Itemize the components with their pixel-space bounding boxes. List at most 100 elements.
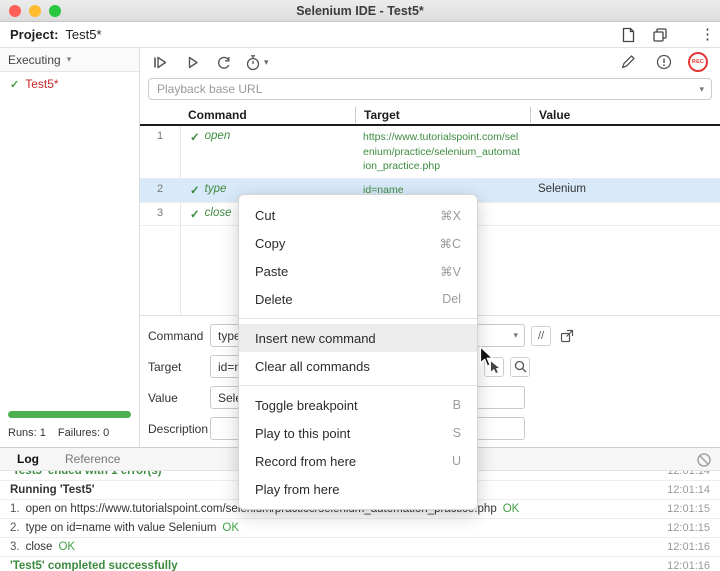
- log-entry-status: OK: [58, 541, 75, 553]
- context-menu-item[interactable]: Play to this point S: [239, 419, 477, 447]
- playback-base-url-input[interactable]: [148, 78, 712, 100]
- menu-item-label: Insert new command: [255, 331, 376, 346]
- log-entry-status: OK: [222, 522, 239, 534]
- context-menu-item[interactable]: [239, 385, 477, 386]
- menu-item-shortcut: ⌘C: [439, 236, 461, 251]
- menu-item-shortcut: B: [453, 398, 461, 412]
- log-entry-number: 1.: [10, 503, 20, 515]
- playback-toolbar: ▾ REC: [140, 48, 720, 76]
- stopwatch-icon: [244, 53, 262, 72]
- row-number: 2: [140, 179, 180, 195]
- test-speed-button[interactable]: ▾: [244, 51, 269, 73]
- traffic-lights: [9, 5, 61, 17]
- chevron-down-icon[interactable]: ▾: [699, 84, 704, 95]
- test-list: ✓ Test5*: [0, 72, 139, 96]
- run-progress-bar: [8, 411, 131, 418]
- menu-item-label: Copy: [255, 236, 285, 251]
- titlebar: Selenium IDE - Test5*: [0, 0, 720, 22]
- log-entry: 3. close OK 12:01:16: [0, 538, 720, 557]
- command-column-header: Command: [180, 107, 355, 123]
- close-window-button[interactable]: [9, 5, 21, 17]
- menu-item-label: Cut: [255, 208, 275, 223]
- comment-toggle-button[interactable]: //: [531, 326, 551, 346]
- target-column-header: Target: [355, 107, 530, 123]
- context-menu-item[interactable]: Delete Del: [239, 285, 477, 313]
- log-entry-number: 3.: [10, 541, 20, 553]
- loop-icon: [215, 53, 233, 72]
- project-actions: ⋮: [618, 25, 710, 45]
- context-menu-item[interactable]: Clear all commands: [239, 352, 477, 380]
- record-button[interactable]: REC: [688, 52, 708, 72]
- kebab-menu-icon[interactable]: ⋮: [700, 27, 710, 42]
- context-menu-item[interactable]: [239, 318, 477, 319]
- log-tab[interactable]: Log: [4, 448, 52, 470]
- test-name: Test5*: [25, 77, 58, 91]
- context-menu-item[interactable]: Copy ⌘C: [239, 229, 477, 257]
- command-field-label: Command: [148, 329, 210, 343]
- log-entry-text: 'Test5' completed successfully: [10, 560, 178, 571]
- toolbar-right: REC: [616, 51, 712, 73]
- log-entry-status: OK: [503, 503, 520, 515]
- log-entry-timestamp: 12:01:14: [667, 484, 710, 496]
- find-target-button[interactable]: [510, 357, 530, 377]
- description-field-label: Description: [148, 422, 210, 436]
- run-all-icon: [151, 53, 169, 72]
- table-row[interactable]: 1 ✓ open https://www.tutorialspoint.com/…: [140, 126, 720, 179]
- menu-item-label: Toggle breakpoint: [255, 398, 358, 413]
- tests-dropdown[interactable]: Executing ▾: [0, 48, 139, 72]
- test-list-item[interactable]: ✓ Test5*: [0, 72, 139, 96]
- log-entry-text: close: [26, 541, 53, 553]
- project-label: Project:: [10, 27, 58, 42]
- context-menu-item[interactable]: Cut ⌘X: [239, 201, 477, 229]
- context-menu-item[interactable]: Paste ⌘V: [239, 257, 477, 285]
- log-tab[interactable]: Reference: [52, 448, 133, 470]
- failures-count: Failures: 0: [58, 427, 109, 439]
- check-icon: ✓: [190, 130, 200, 144]
- value-cell: [530, 203, 720, 211]
- minimize-window-button[interactable]: [29, 5, 41, 17]
- url-bar: ▾: [140, 76, 720, 106]
- disable-breakpoints-button[interactable]: [616, 51, 640, 73]
- log-entry-text: type on id=name with value Selenium: [26, 522, 217, 534]
- breakpoint-pen-icon: [619, 53, 637, 71]
- runs-count: Runs: 1: [8, 427, 46, 439]
- pause-on-exceptions-button[interactable]: [652, 51, 676, 73]
- menu-item-shortcut: Del: [442, 292, 461, 306]
- command-name: open: [205, 130, 231, 144]
- new-project-icon[interactable]: [618, 25, 638, 45]
- menu-item-label: Delete: [255, 292, 293, 307]
- chevron-down-icon: ▾: [264, 57, 269, 68]
- menu-item-label: Record from here: [255, 454, 356, 469]
- log-entry-text: 'Test5' ended with 1 error(s): [10, 471, 162, 477]
- tests-sidebar: Executing ▾ ✓ Test5* Runs: 1 Failures: 0: [0, 48, 140, 447]
- run-all-tests-button[interactable]: [148, 51, 172, 73]
- step-over-button[interactable]: [212, 51, 236, 73]
- run-stats: Runs: 1 Failures: 0: [8, 427, 131, 439]
- menu-item-shortcut: ⌘V: [440, 264, 461, 279]
- zoom-window-button[interactable]: [49, 5, 61, 17]
- menu-item-shortcut: ⌘X: [440, 208, 461, 223]
- context-menu-item[interactable]: Play from here: [239, 475, 477, 503]
- context-menu-item[interactable]: Insert new command: [239, 324, 477, 352]
- log-entry-timestamp: 12:01:15: [667, 522, 710, 534]
- run-current-test-button[interactable]: [180, 51, 204, 73]
- log-entry: 'Test5' completed successfully 12:01:16: [0, 557, 720, 571]
- context-menu-item[interactable]: Record from here U: [239, 447, 477, 475]
- selenium-ide-window: Selenium IDE - Test5* Project: Test5* ⋮ …: [0, 0, 720, 571]
- value-cell: [530, 126, 720, 134]
- value-column-header: Value: [530, 107, 720, 123]
- exclamation-circle-icon: [655, 53, 673, 71]
- clear-log-button[interactable]: [696, 452, 712, 468]
- value-cell: Selenium: [530, 179, 720, 199]
- menu-item-label: Paste: [255, 264, 288, 279]
- log-entry-timestamp: 12:01:15: [667, 503, 710, 515]
- open-project-icon[interactable]: [650, 25, 670, 45]
- context-menu: Cut ⌘X Copy ⌘C Paste ⌘V Delete Del: [238, 194, 478, 510]
- log-entry-number: 2.: [10, 522, 20, 534]
- check-icon: ✓: [190, 183, 200, 197]
- open-in-new-icon[interactable]: [557, 326, 577, 346]
- select-target-button[interactable]: [484, 357, 504, 377]
- command-name: type: [205, 183, 227, 197]
- context-menu-item[interactable]: Toggle breakpoint B: [239, 391, 477, 419]
- cursor-icon: [487, 359, 502, 375]
